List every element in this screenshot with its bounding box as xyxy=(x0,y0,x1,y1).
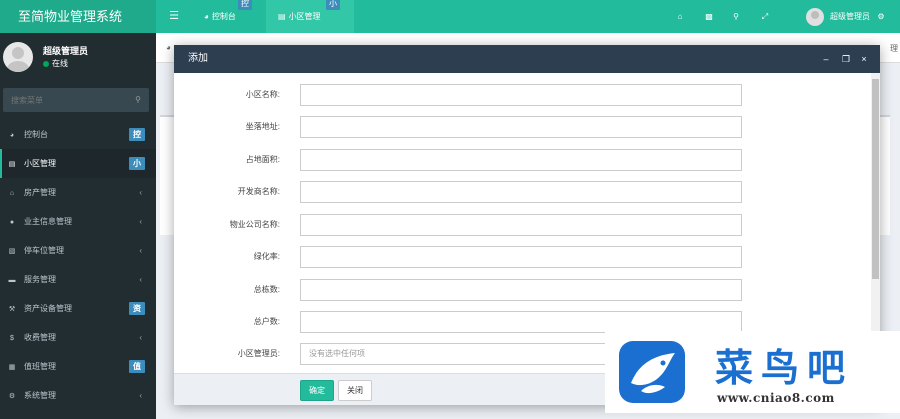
chevron-left-icon: ‹ xyxy=(139,391,142,400)
menu-badge: 控 xyxy=(129,128,145,141)
wrench-icon: ⚒ xyxy=(8,306,16,313)
list-icon: ▤ xyxy=(278,12,286,21)
form-row: 总栋数: xyxy=(174,279,880,301)
dialog-title: 添加 xyxy=(188,53,208,64)
bird-logo-icon xyxy=(619,341,685,403)
app-logo[interactable]: 至简物业管理系统 xyxy=(0,0,156,33)
sidebar-search: ⚲ xyxy=(3,88,149,112)
sidebar-item-system[interactable]: ⚙ 系统管理 ‹ xyxy=(0,381,156,410)
field-label: 物业公司名称: xyxy=(229,220,280,229)
search-input[interactable] xyxy=(3,88,123,112)
sidebar: 超级管理员 在线 ⚲ ◕控制台控 ▤小区管理小 ⌂房产管理‹ ●业主信息管理‹ … xyxy=(0,33,156,419)
dashboard-icon: ◕ xyxy=(9,132,15,139)
form-row: 坐落地址: xyxy=(174,116,880,138)
tab-community[interactable]: ▤ 小区管理 小 xyxy=(266,0,354,33)
list-icon: ▤ xyxy=(8,161,16,168)
chevron-left-icon: ‹ xyxy=(139,188,142,197)
close-button[interactable]: 关闭 xyxy=(338,380,372,401)
sidebar-menu: ◕ 控制台控 ▤ 小区管理小 ⌂ 房产管理 ‹ ● 业主信息管理 ‹ ▧ 停车位管理 ‹ ▬ 服务… xyxy=(0,120,156,410)
field-label: 坐落地址: xyxy=(245,122,280,131)
avatar xyxy=(806,7,824,26)
maximize-icon[interactable]: ❐ xyxy=(840,45,852,73)
field-label: 小区管理员: xyxy=(237,349,280,358)
tab-dashboard[interactable]: ◕ 控制台 控 xyxy=(192,0,254,33)
gear-icon[interactable]: ⚙ xyxy=(874,0,888,33)
tab-badge: 小 xyxy=(326,0,340,10)
sidebar-item-community[interactable]: ▤ 小区管理小 xyxy=(0,149,156,178)
developer-input[interactable] xyxy=(300,181,742,203)
chevron-left-icon: ‹ xyxy=(139,246,142,255)
form-row: 绿化率: xyxy=(174,246,880,268)
address-input[interactable] xyxy=(300,116,742,138)
user-icon: ● xyxy=(9,219,15,226)
community-name-input[interactable] xyxy=(300,84,742,106)
form-row: 开发商名称: xyxy=(174,181,880,203)
dialog-header: 添加 – ❐ × xyxy=(174,45,880,73)
area-input[interactable] xyxy=(300,149,742,171)
menu-toggle-icon[interactable]: ☰ xyxy=(164,0,184,33)
confirm-button[interactable]: 确定 xyxy=(300,380,334,401)
menu-badge: 资 xyxy=(129,302,145,315)
close-icon[interactable]: × xyxy=(858,45,870,73)
form-row: 占地面积: xyxy=(174,149,880,171)
chevron-left-icon: ‹ xyxy=(139,333,142,342)
content-header-text: 理 xyxy=(890,44,898,53)
user-panel: 超级管理员 在线 xyxy=(0,33,156,79)
menu-badge: 值 xyxy=(129,360,145,373)
dialog-scrollbar[interactable] xyxy=(871,73,880,373)
trash-icon[interactable]: ▩ xyxy=(702,0,716,33)
chevron-left-icon: ‹ xyxy=(139,217,142,226)
scrollbar-thumb[interactable] xyxy=(872,79,879,279)
home-icon: ⌂ xyxy=(9,190,15,197)
building-count-input[interactable] xyxy=(300,279,742,301)
user-status: 在线 xyxy=(43,58,68,69)
sidebar-item-assets[interactable]: ⚒ 资产设备管理资 xyxy=(0,294,156,323)
watermark: 菜鸟吧 www.cniao8.com xyxy=(605,331,900,413)
top-navbar: ☰ ◕ 控制台 控 ▤ 小区管理 小 ⌂ ▩ ⚲ ⤢ 超级管理员 ⚙ xyxy=(156,0,900,33)
field-label: 开发商名称: xyxy=(237,187,280,196)
sidebar-item-parking[interactable]: ▧ 停车位管理 ‹ xyxy=(0,236,156,265)
form-row: 物业公司名称: xyxy=(174,214,880,236)
chevron-left-icon: ‹ xyxy=(139,275,142,284)
dollar-icon: $ xyxy=(10,335,14,342)
watermark-url: www.cniao8.com xyxy=(717,391,835,405)
household-count-input[interactable] xyxy=(300,311,742,333)
sidebar-item-duty[interactable]: ▦ 值班管理值 xyxy=(0,352,156,381)
calendar-icon: ▦ xyxy=(8,364,16,371)
field-label: 总户数: xyxy=(253,317,280,326)
green-rate-input[interactable] xyxy=(300,246,742,268)
dashboard-icon: ◕ xyxy=(204,12,209,21)
dialog-body: 小区名称: 坐落地址: 占地面积: 开发商名称: 物业公司名称: 绿化率: 总栋… xyxy=(174,73,880,373)
field-label: 小区名称: xyxy=(245,90,280,99)
tab-badge: 控 xyxy=(238,0,252,10)
watermark-text: 菜鸟吧 xyxy=(715,345,854,390)
user-menu[interactable]: 超级管理员 xyxy=(806,0,870,33)
property-company-input[interactable] xyxy=(300,214,742,236)
language-icon[interactable]: ⚲ xyxy=(729,0,743,33)
search-icon[interactable]: ⚲ xyxy=(135,88,141,112)
sidebar-item-owner[interactable]: ● 业主信息管理 ‹ xyxy=(0,207,156,236)
home-icon[interactable]: ⌂ xyxy=(673,0,687,33)
sidebar-item-property[interactable]: ⌂ 房产管理 ‹ xyxy=(0,178,156,207)
menu-badge: 小 xyxy=(129,157,145,170)
form-row: 总户数: xyxy=(174,311,880,333)
field-label: 总栋数: xyxy=(253,285,280,294)
user-name: 超级管理员 xyxy=(43,46,89,56)
avatar xyxy=(3,42,33,72)
field-label: 占地面积: xyxy=(245,155,280,164)
sidebar-item-fees[interactable]: $ 收费管理 ‹ xyxy=(0,323,156,352)
parking-icon: ▧ xyxy=(8,248,16,255)
dashboard-icon: ◕ xyxy=(166,43,171,52)
fullscreen-icon[interactable]: ⤢ xyxy=(758,0,772,33)
field-label: 绿化率: xyxy=(253,252,280,261)
sidebar-item-dashboard[interactable]: ◕ 控制台控 xyxy=(0,120,156,149)
cogs-icon: ⚙ xyxy=(8,393,16,400)
service-icon: ▬ xyxy=(8,277,16,284)
online-dot-icon xyxy=(43,60,49,67)
sidebar-item-service[interactable]: ▬ 服务管理 ‹ xyxy=(0,265,156,294)
form-row: 小区名称: xyxy=(174,84,880,106)
minimize-icon[interactable]: – xyxy=(820,45,832,73)
